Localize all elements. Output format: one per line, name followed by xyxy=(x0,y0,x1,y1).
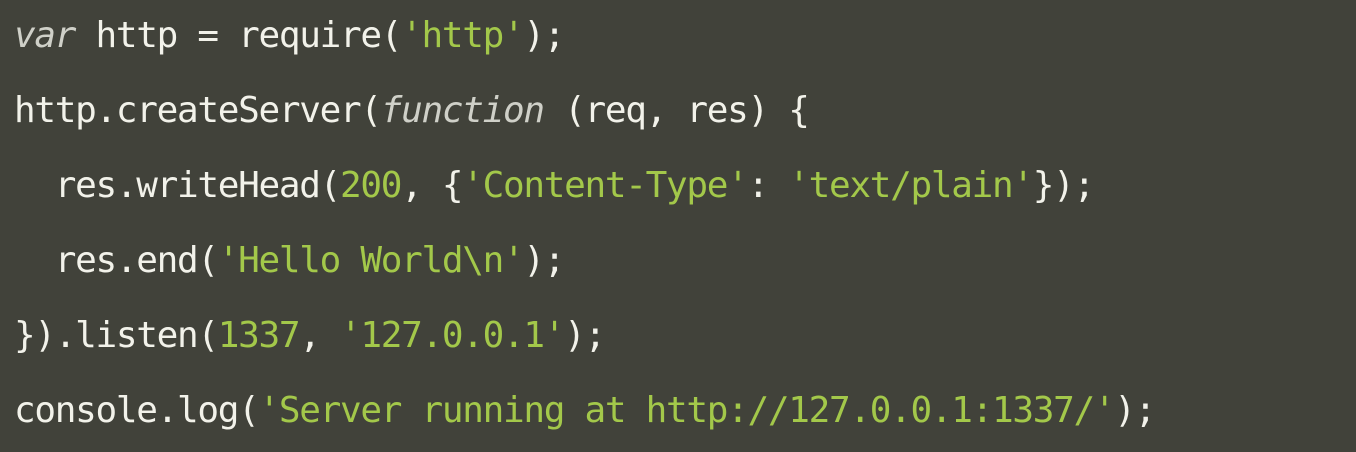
string-token: 'text/plain' xyxy=(788,165,1034,206)
code-token: console.log( xyxy=(14,390,260,431)
string-token: 'Hello World\n' xyxy=(217,240,525,281)
number-token: 200 xyxy=(339,165,402,206)
code-line-6[interactable]: console.log('Server running at http://12… xyxy=(14,379,1156,443)
code-token: res.writeHead( xyxy=(14,165,342,206)
string-token: 'Server running at http://127.0.0.1:1337… xyxy=(258,390,1116,431)
code-token: http = require( xyxy=(75,15,402,56)
code-token: , xyxy=(299,315,340,356)
code-token: ); xyxy=(564,315,606,356)
code-token: http.createServer( xyxy=(14,90,382,131)
code-line-1[interactable]: var http = require('http'); xyxy=(14,4,565,68)
code-token: ); xyxy=(523,15,565,56)
code-token: }).listen( xyxy=(14,315,219,356)
keyword-token: function xyxy=(380,90,545,131)
code-line-2[interactable]: http.createServer(function (req, res) { xyxy=(14,79,810,143)
string-token: 'http' xyxy=(401,15,525,56)
code-token: ); xyxy=(523,240,565,281)
code-line-3[interactable]: res.writeHead(200, {'Content-Type': 'tex… xyxy=(14,154,1095,218)
code-token: }); xyxy=(1032,165,1095,206)
code-token: ); xyxy=(1114,390,1156,431)
code-token: : xyxy=(747,165,789,206)
number-token: 1337 xyxy=(217,315,301,356)
keyword-token: var xyxy=(14,15,76,56)
string-token: '127.0.0.1' xyxy=(340,315,565,356)
code-line-4[interactable]: res.end('Hello World\n'); xyxy=(14,229,566,293)
code-token: (req, res) { xyxy=(543,90,810,131)
code-token: res.end( xyxy=(14,240,219,281)
code-token: , { xyxy=(401,165,463,206)
code-line-5[interactable]: }).listen(1337, '127.0.0.1'); xyxy=(14,304,606,368)
string-token: 'Content-Type' xyxy=(462,165,749,206)
code-editor[interactable]: var http = require('http'); http.createS… xyxy=(0,0,1356,452)
